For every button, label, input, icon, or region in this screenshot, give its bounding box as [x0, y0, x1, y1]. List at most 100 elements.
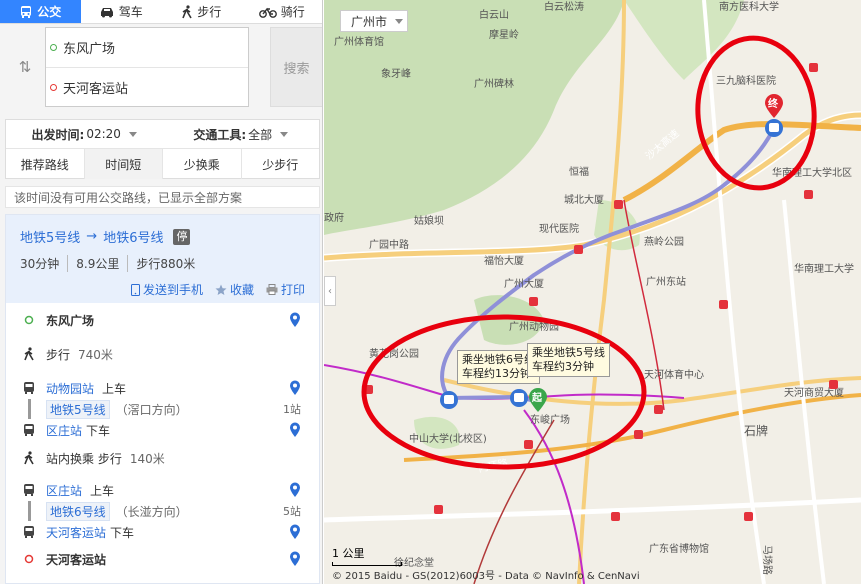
- step-alight-2-station: 天河客运站: [46, 525, 107, 540]
- step-transfer-label: 站内换乘 步行: [46, 451, 122, 466]
- destination-field[interactable]: 天河客运站: [46, 67, 248, 106]
- origin-field[interactable]: 东风广场: [46, 28, 248, 67]
- send-to-phone-link[interactable]: 发送到手机: [130, 281, 203, 298]
- bus-icon: [21, 5, 32, 18]
- route-filters: 出发时间: 02:20 交通工具: 全部 推荐路线 时间短 少换乘 少步行: [5, 119, 320, 179]
- plan-arrow: →: [86, 229, 98, 244]
- location-pin-icon[interactable]: [289, 380, 301, 396]
- print-link[interactable]: 打印: [266, 281, 305, 298]
- metro-station-icon[interactable]: [809, 63, 818, 72]
- tab-bus[interactable]: 公交: [0, 0, 81, 23]
- step-board-1-action: 上车: [102, 381, 127, 396]
- depart-time-select[interactable]: 出发时间: 02:20: [6, 120, 163, 148]
- depart-time-value: 02:20: [86, 127, 121, 141]
- road-label: 广园中路: [369, 238, 409, 251]
- printer-icon: [266, 284, 278, 295]
- tab-car[interactable]: 驾车: [81, 0, 162, 23]
- origin-dot-icon: [24, 315, 34, 325]
- tab-least-walking[interactable]: 少步行: [242, 149, 320, 179]
- map-label: 广州碑林: [474, 77, 514, 90]
- walk-icon: [24, 347, 34, 361]
- map-scale-label: 1 公里: [332, 547, 365, 560]
- subway-icon: [24, 424, 34, 436]
- route-plan: 地铁5号线 → 地铁6号线 停 30分钟 8.9公里 步行880米 发送到手机 …: [5, 214, 320, 584]
- map-label: 福怡大厦: [484, 254, 524, 267]
- metro-station-icon[interactable]: [529, 297, 538, 306]
- step-board-2-action: 上车: [90, 483, 115, 498]
- step-alight-1[interactable]: 区庄站 下车: [20, 419, 319, 441]
- location-pin-icon[interactable]: [289, 524, 301, 540]
- step-walk-label: 步行: [46, 347, 71, 362]
- transport-tool-label: 交通工具:: [193, 127, 247, 142]
- bus-glyph: [769, 123, 779, 132]
- map-scale-bar: [332, 562, 402, 566]
- tab-bike-label: 骑行: [280, 5, 305, 19]
- tab-recommended[interactable]: 推荐路线: [6, 149, 85, 179]
- metro-station-icon[interactable]: [574, 245, 583, 254]
- step-line-1[interactable]: 地铁5号线 （滘口方向） 1站: [20, 399, 319, 419]
- search-button[interactable]: 搜索: [270, 27, 322, 107]
- tab-walk[interactable]: 步行: [161, 0, 242, 23]
- metro-station-icon[interactable]: [744, 512, 753, 521]
- step-alight-2[interactable]: 天河客运站 下车: [20, 521, 319, 543]
- map-label: 三九脑科医院: [716, 74, 776, 87]
- metro-station-icon[interactable]: [611, 512, 620, 521]
- step-transfer-distance: 140米: [129, 451, 165, 466]
- metro-station-icon[interactable]: [614, 200, 623, 209]
- step-transfer[interactable]: 站内换乘 步行 140米: [20, 441, 319, 475]
- map-label: 华南理工大学: [794, 262, 854, 275]
- metro-station-icon[interactable]: [829, 380, 838, 389]
- metro-station-icon[interactable]: [434, 505, 443, 514]
- step-walk[interactable]: 步行 740米: [20, 337, 319, 371]
- tab-fewest-transfers[interactable]: 少换乘: [163, 149, 242, 179]
- map-label: 摩星岭: [489, 28, 519, 41]
- transport-tool-select[interactable]: 交通工具: 全部: [163, 120, 320, 148]
- metro-station-icon[interactable]: [634, 430, 643, 439]
- destination-dot-icon: [50, 83, 57, 91]
- location-pin-icon[interactable]: [289, 482, 301, 498]
- step-board-2[interactable]: 区庄站 上车: [20, 479, 319, 501]
- metro-station-icon[interactable]: [524, 440, 533, 449]
- location-pin-icon[interactable]: [289, 551, 301, 567]
- step-walk-distance: 740米: [78, 347, 113, 362]
- step-line-2[interactable]: 地铁6号线 （长湴方向） 5站: [20, 501, 319, 521]
- map-label: 燕岭公园: [644, 235, 684, 248]
- favorite-link[interactable]: 收藏: [215, 281, 254, 298]
- car-icon: [100, 7, 113, 17]
- metro-station-icon[interactable]: [654, 405, 663, 414]
- status-badge: 停: [173, 228, 191, 245]
- map-canvas[interactable]: 白云山 白云松涛 南方医科大学 广州体育馆 摩星岭 象牙峰 广州碑林 三九脑科医…: [324, 0, 861, 584]
- step-line-2-direction: （长湴方向）: [115, 504, 188, 519]
- plan-summary[interactable]: 地铁5号线 → 地铁6号线 停 30分钟 8.9公里 步行880米 发送到手机 …: [6, 215, 319, 303]
- metro-station-icon[interactable]: [804, 190, 813, 199]
- step-board-1[interactable]: 动物园站 上车: [20, 377, 319, 399]
- city-select[interactable]: 广州市: [340, 10, 408, 32]
- tab-bike[interactable]: 骑行: [242, 0, 323, 23]
- map-label: 现代医院: [539, 222, 579, 235]
- metro-station-icon[interactable]: [719, 300, 728, 309]
- plan-line-b: 地铁6号线: [103, 231, 164, 246]
- map-label: 东峻广场: [530, 413, 570, 426]
- collapse-panel-icon[interactable]: ‹: [324, 276, 336, 306]
- map-copyright: © 2015 Baidu - GS(2012)6003号 - Data © Na…: [332, 571, 640, 582]
- map-label: 政府: [324, 211, 344, 224]
- chevron-down-icon: [128, 131, 137, 137]
- bus-glyph: [514, 393, 524, 402]
- route-panel: 公交 驾车 步行 骑行 ⇅ 东风广场 天河客运站 搜索 出发时间: 02:20 …: [0, 0, 323, 584]
- transport-tool-value: 全部: [248, 127, 273, 142]
- tab-shortest-time[interactable]: 时间短: [84, 149, 163, 179]
- map-view[interactable]: 白云山 白云松涛 南方医科大学 广州体育馆 摩星岭 象牙峰 广州碑林 三九脑科医…: [324, 0, 861, 584]
- step-destination[interactable]: 天河客运站: [20, 543, 319, 575]
- step-alight-1-action: 下车: [86, 423, 111, 438]
- step-line-2-stops: 5站: [283, 505, 301, 518]
- step-origin[interactable]: 东风广场: [20, 303, 319, 337]
- map-label: 华南理工大学北区: [772, 166, 852, 179]
- swap-icon[interactable]: ⇅: [5, 27, 45, 107]
- step-line-1-direction: （滘口方向）: [115, 402, 188, 417]
- step-destination-name: 天河客运站: [46, 552, 107, 567]
- print-label: 打印: [280, 283, 305, 297]
- location-pin-icon[interactable]: [289, 312, 301, 328]
- road: [702, 0, 766, 584]
- walk-icon: [182, 4, 192, 18]
- location-pin-icon[interactable]: [289, 422, 301, 438]
